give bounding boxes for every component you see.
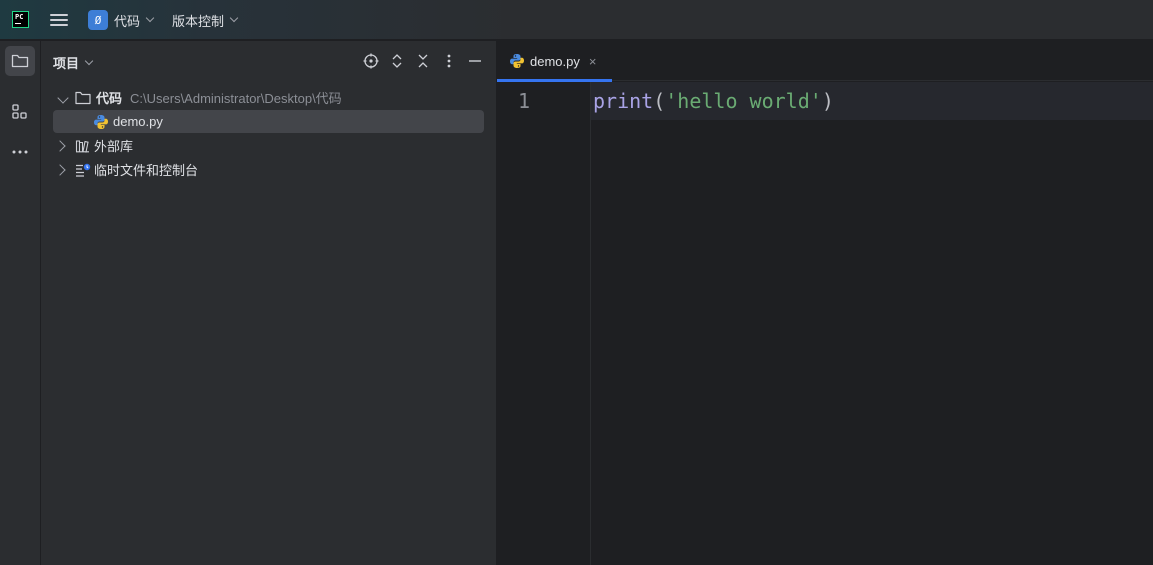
folder-icon: [75, 91, 91, 104]
chevron-right-icon[interactable]: [54, 164, 66, 176]
tree-item-demo-py[interactable]: demo.py: [53, 110, 484, 133]
vcs-label: 版本控制: [172, 13, 225, 29]
tab-demo-py[interactable]: demo.py ×: [497, 41, 612, 82]
code-function-name: print: [593, 89, 654, 113]
chevron-down-icon: [229, 13, 239, 23]
tree-label: 外部库: [94, 139, 134, 154]
project-switcher[interactable]: Ø 代码: [88, 10, 155, 30]
code-line[interactable]: print('hello world'): [593, 89, 834, 113]
project-view-selector[interactable]: 项目: [53, 53, 94, 72]
code-close-paren: ): [821, 89, 834, 113]
editor-area: demo.py × 1 print('hello world'): [497, 41, 1153, 565]
python-file-icon: [510, 54, 524, 68]
logo-text: PC: [15, 13, 24, 21]
project-name: 代码: [114, 13, 141, 29]
tree-item-external-libraries[interactable]: 外部库: [53, 134, 484, 157]
expand-all-icon[interactable]: [388, 52, 406, 70]
python-file-icon: [94, 114, 108, 129]
scratches-icon: [76, 163, 91, 177]
hamburger-menu-icon[interactable]: [50, 12, 68, 28]
vcs-menu[interactable]: 版本控制: [172, 10, 239, 30]
project-panel: 项目 代码 C:\Users\Administrator\Desktop\代码: [41, 41, 497, 565]
tool-window-strip: [0, 41, 41, 565]
project-panel-header: 项目: [41, 41, 497, 81]
line-number: 1: [518, 89, 531, 113]
structure-icon: [12, 104, 27, 119]
tree-label: demo.py: [113, 114, 163, 129]
hide-icon[interactable]: [466, 52, 484, 70]
panel-title: 项目: [53, 56, 80, 71]
tree-label: 代码: [96, 91, 123, 106]
chevron-down-icon: [145, 13, 155, 23]
chevron-down-icon: [84, 56, 94, 65]
title-bar: PC Ø 代码 版本控制: [0, 0, 1153, 40]
more-tools-button[interactable]: [5, 137, 35, 167]
line-gutter: [497, 82, 591, 565]
project-tool-button[interactable]: [5, 46, 35, 76]
project-path: C:\Users\Administrator\Desktop\代码: [130, 91, 342, 106]
editor-tab-bar: demo.py ×: [497, 41, 1153, 82]
library-icon: [75, 139, 89, 153]
folder-icon: [11, 54, 29, 68]
code-open-paren: (: [653, 89, 666, 113]
tree-label: 临时文件和控制台: [94, 163, 199, 178]
chevron-down-icon[interactable]: [57, 92, 69, 104]
tab-label: demo.py: [530, 53, 580, 69]
structure-tool-button[interactable]: [5, 97, 35, 127]
close-icon[interactable]: ×: [589, 54, 597, 69]
more-icon: [12, 150, 28, 154]
collapse-all-icon[interactable]: [414, 52, 432, 70]
tree-item-scratches[interactable]: 临时文件和控制台: [53, 158, 484, 181]
tree-item-project-root[interactable]: 代码 C:\Users\Administrator\Desktop\代码: [53, 86, 484, 109]
locate-icon[interactable]: [362, 52, 380, 70]
pycharm-logo: PC: [12, 11, 29, 28]
options-icon[interactable]: [440, 52, 458, 70]
code-string-literal: 'hello world': [665, 89, 822, 113]
project-badge: Ø: [88, 10, 108, 30]
chevron-right-icon[interactable]: [54, 140, 66, 152]
